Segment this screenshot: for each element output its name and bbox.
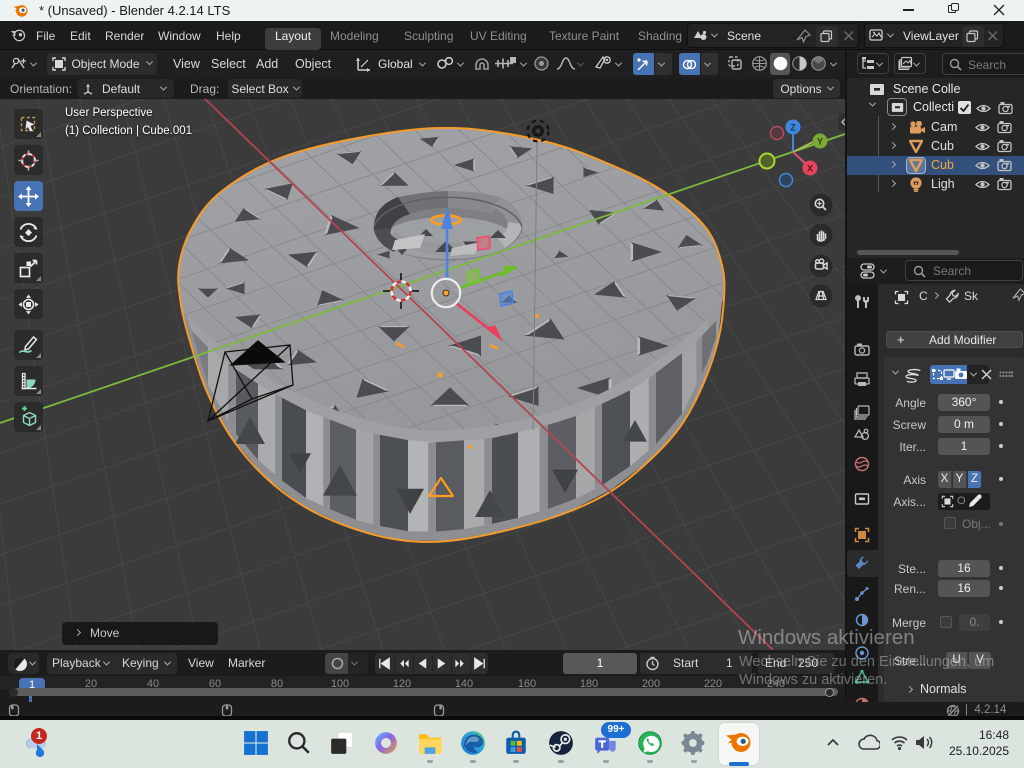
svg-text:Y: Y bbox=[817, 137, 823, 147]
svg-text:Z: Z bbox=[790, 123, 796, 133]
svg-text:X: X bbox=[807, 164, 813, 174]
